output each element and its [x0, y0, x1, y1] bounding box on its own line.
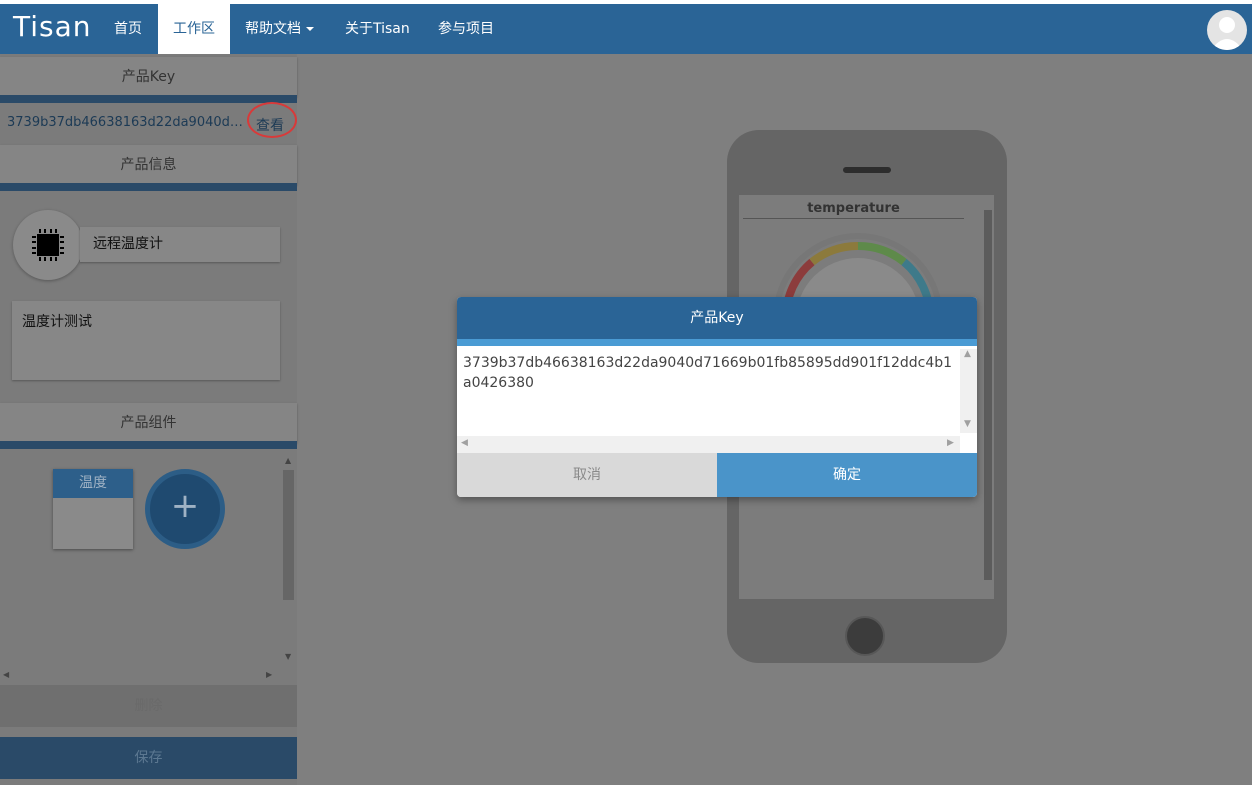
component-card-label: 温度: [53, 469, 133, 498]
phone-home-button: [845, 616, 885, 656]
nav-about[interactable]: 关于Tisan: [330, 4, 425, 54]
brand-logo[interactable]: Tisan: [13, 10, 92, 43]
scroll-up-icon[interactable]: ▲: [964, 349, 971, 359]
modal-key-textarea[interactable]: 3739b37db46638163d22da9040d71669b01fb858…: [463, 353, 953, 393]
scroll-down-icon[interactable]: ▼: [964, 419, 971, 429]
chip-icon: [32, 229, 64, 261]
product-info-header: 产品信息: [0, 145, 297, 185]
scrollbar-thumb[interactable]: [283, 470, 294, 600]
nav-help-docs-label: 帮助文档: [245, 21, 301, 37]
cancel-button[interactable]: 取消: [457, 453, 717, 497]
user-avatar[interactable]: [1207, 10, 1247, 50]
modal-accent-strip: [457, 339, 977, 346]
confirm-button[interactable]: 确定: [717, 453, 977, 497]
modal-title: 产品Key: [457, 297, 977, 339]
user-icon: [1211, 17, 1243, 50]
modal-vertical-scrollbar[interactable]: ▲ ▼: [960, 349, 977, 433]
add-component-button[interactable]: +: [145, 469, 225, 549]
scroll-down-icon[interactable]: ▼: [285, 652, 291, 661]
scroll-up-icon[interactable]: ▲: [285, 456, 291, 465]
nav-help-docs[interactable]: 帮助文档: [230, 4, 329, 54]
save-button[interactable]: 保存: [0, 737, 297, 779]
components-horizontal-scrollbar[interactable]: ◀ ▶: [0, 668, 281, 684]
nav-home[interactable]: 首页: [99, 4, 157, 54]
product-key-modal: 产品Key 3739b37db46638163d22da9040d71669b0…: [457, 297, 977, 497]
section-divider: [0, 441, 297, 449]
nav-join-project[interactable]: 参与项目: [423, 4, 509, 54]
phone-scrollbar-thumb[interactable]: [984, 210, 992, 580]
scroll-left-icon[interactable]: ◀: [3, 670, 9, 679]
section-divider: [0, 95, 297, 103]
phone-speaker: [843, 167, 891, 173]
highlight-circle: [247, 102, 297, 138]
widget-title: temperature: [743, 201, 964, 219]
product-description-textarea[interactable]: 温度计测试: [12, 301, 280, 380]
scroll-left-icon[interactable]: ◀: [461, 438, 468, 448]
modal-horizontal-scrollbar[interactable]: ◀ ▶: [457, 436, 960, 453]
product-name-input[interactable]: 远程温度计: [80, 227, 280, 262]
section-divider: [0, 183, 297, 191]
product-key-header: 产品Key: [0, 57, 297, 97]
component-card-temperature[interactable]: 温度: [53, 469, 133, 549]
scroll-right-icon[interactable]: ▶: [947, 438, 954, 448]
nav-workspace[interactable]: 工作区: [158, 4, 230, 54]
scroll-right-icon[interactable]: ▶: [266, 670, 272, 679]
product-key-text: 3739b37db46638163d22da9040d71669b01fb858…: [7, 115, 247, 130]
top-navbar: Tisan 首页 工作区 帮助文档 关于Tisan 参与项目: [0, 0, 1252, 54]
product-components-header: 产品组件: [0, 403, 297, 443]
caret-down-icon: [306, 27, 314, 31]
delete-button[interactable]: 删除: [0, 685, 297, 727]
